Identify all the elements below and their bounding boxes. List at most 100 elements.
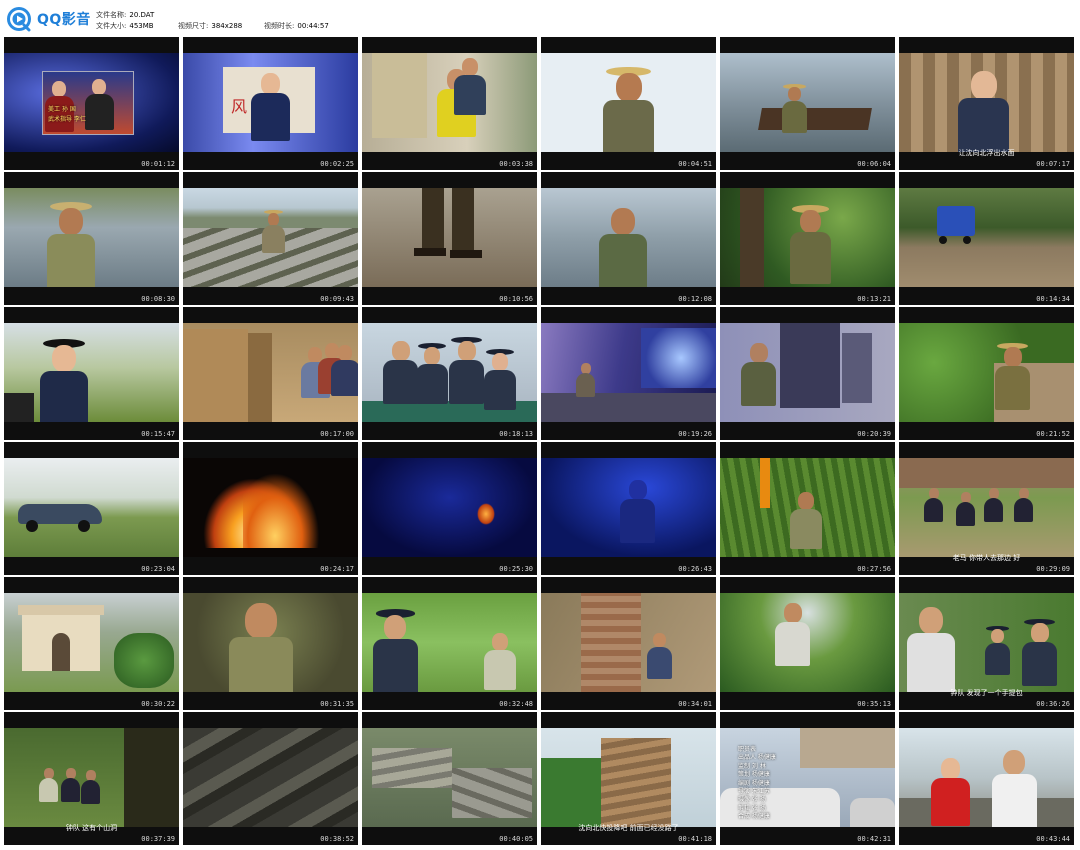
file-size-row: 文件大小: 453MB xyxy=(96,22,154,30)
timestamp: 00:40:05 xyxy=(499,835,533,843)
thumbnail[interactable]: 00:23:04 xyxy=(4,442,179,575)
thumbnail-frame xyxy=(720,593,895,692)
thumbnail-frame xyxy=(720,188,895,287)
thumbnail[interactable]: 00:21:52 xyxy=(899,307,1074,440)
app-logo: QQ影音 xyxy=(6,6,91,32)
timestamp: 00:38:52 xyxy=(320,835,354,843)
frame-overlay-text: 美工 孙 国武术指导 李仁 xyxy=(48,105,86,125)
app-name: QQ影音 xyxy=(37,12,91,28)
thumbnail-frame xyxy=(362,323,537,422)
thumbnail-frame xyxy=(362,53,537,152)
overlay-line: 合成 杨健康 xyxy=(738,813,770,821)
thumbnail-grid: 美工 孙 国武术指导 李仁 00:01:12 风 00:02:25 00:03:38 00… xyxy=(4,37,1076,845)
header: QQ影音 文件名称: 20.DAT 文件大小: 453MB 视频尺寸: 384x288… xyxy=(0,0,1080,36)
thumbnail-frame xyxy=(183,188,358,287)
timestamp: 00:13:21 xyxy=(857,295,891,303)
thumbnail[interactable]: 沈向北快投降吧 前面已经没路了 00:41:18 xyxy=(541,712,716,845)
thumbnail[interactable]: 00:06:04 xyxy=(720,37,895,170)
thumbnail-frame xyxy=(720,53,895,152)
thumbnail-frame: 风 xyxy=(183,53,358,152)
thumbnail-frame xyxy=(4,458,179,557)
subtitle-text: 让沈向北浮出水面 xyxy=(958,149,1015,157)
timestamp: 00:17:00 xyxy=(320,430,354,438)
thumbnail[interactable]: 00:10:56 xyxy=(362,172,537,305)
thumbnail[interactable]: 钟队 发现了一个手提包 00:36:26 xyxy=(899,577,1074,710)
thumbnail-frame xyxy=(183,323,358,422)
timestamp: 00:25:30 xyxy=(499,565,533,573)
file-size-value: 453MB xyxy=(129,22,154,30)
thumbnail[interactable]: 00:27:56 xyxy=(720,442,895,575)
timestamp: 00:12:08 xyxy=(678,295,712,303)
thumbnail[interactable]: 00:40:05 xyxy=(362,712,537,845)
thumbnail[interactable]: 00:09:43 xyxy=(183,172,358,305)
thumbnail[interactable]: 老马 你带人去那边 好 00:29:09 xyxy=(899,442,1074,575)
thumbnail[interactable]: 00:17:00 xyxy=(183,307,358,440)
file-name-row: 文件名称: 20.DAT xyxy=(96,11,155,19)
thumbnail[interactable]: 00:03:38 xyxy=(362,37,537,170)
timestamp: 00:30:22 xyxy=(141,700,175,708)
timestamp: 00:08:30 xyxy=(141,295,175,303)
thumbnail-frame xyxy=(183,728,358,827)
thumbnail-frame xyxy=(362,458,537,557)
thumbnail[interactable]: 00:30:22 xyxy=(4,577,179,710)
thumbnail-frame xyxy=(720,323,895,422)
timestamp: 00:34:01 xyxy=(678,700,712,708)
thumbnail[interactable]: 00:31:35 xyxy=(183,577,358,710)
subtitle-text: 沈向北快投降吧 前面已经没路了 xyxy=(578,824,679,832)
timestamp: 00:41:18 xyxy=(678,835,712,843)
thumbnail[interactable]: 00:24:17 xyxy=(183,442,358,575)
thumbnail-frame xyxy=(541,188,716,287)
thumbnail-frame xyxy=(541,53,716,152)
thumbnail-frame xyxy=(899,53,1074,152)
thumbnail-frame xyxy=(899,458,1074,557)
thumbnail[interactable]: 00:25:30 xyxy=(362,442,537,575)
timestamp: 00:29:09 xyxy=(1036,565,1070,573)
timestamp: 00:19:26 xyxy=(678,430,712,438)
thumbnail[interactable]: 00:35:13 xyxy=(720,577,895,710)
thumbnail[interactable]: 00:20:39 xyxy=(720,307,895,440)
thumbnail[interactable]: 美工 孙 国武术指导 李仁 00:01:12 xyxy=(4,37,179,170)
thumbnail[interactable]: 风 00:02:25 xyxy=(183,37,358,170)
timestamp: 00:01:12 xyxy=(141,160,175,168)
timestamp: 00:36:26 xyxy=(1036,700,1070,708)
thumbnail[interactable]: 00:43:44 xyxy=(899,712,1074,845)
thumbnail[interactable]: 00:04:51 xyxy=(541,37,716,170)
timestamp: 00:04:51 xyxy=(678,160,712,168)
thumbnail-frame xyxy=(899,323,1074,422)
overlay-line: 武术指导 李仁 xyxy=(48,116,86,123)
subtitle-text: 老马 你带人去那边 好 xyxy=(952,554,1021,562)
thumbnail[interactable]: 钟队 这有个山洞 00:37:39 xyxy=(4,712,179,845)
overlay-line: 摄像 张 扬 xyxy=(738,796,766,804)
timestamp: 00:42:31 xyxy=(857,835,891,843)
timestamp: 00:43:44 xyxy=(1036,835,1070,843)
thumbnail[interactable]: 00:19:26 xyxy=(541,307,716,440)
thumbnail[interactable]: 00:18:13 xyxy=(362,307,537,440)
thumbnail[interactable]: 00:32:48 xyxy=(362,577,537,710)
thumbnail[interactable]: 00:08:30 xyxy=(4,172,179,305)
thumbnail[interactable]: 00:14:34 xyxy=(899,172,1074,305)
thumbnail-frame xyxy=(541,458,716,557)
overlay-line: 剪辑 张 扬 xyxy=(738,804,766,812)
thumbnail-frame xyxy=(899,728,1074,827)
thumbnail[interactable]: 00:13:21 xyxy=(720,172,895,305)
timestamp: 00:07:17 xyxy=(1036,160,1070,168)
thumbnail[interactable]: 00:15:47 xyxy=(4,307,179,440)
timestamp: 00:09:43 xyxy=(320,295,354,303)
timestamp: 00:15:47 xyxy=(141,430,175,438)
thumbnail[interactable]: 职员表 出品人 杨健康 监制 刘 林策划 杨健康 编剧 杨健康 导演 朱江苏 摄像 张 扬… xyxy=(720,712,895,845)
timestamp: 00:35:13 xyxy=(857,700,891,708)
thumbnail-frame xyxy=(183,458,358,557)
overlay-line: 编剧 杨健康 xyxy=(738,779,770,787)
thumbnail[interactable]: 让沈向北浮出水面 00:07:17 xyxy=(899,37,1074,170)
timestamp: 00:21:52 xyxy=(1036,430,1070,438)
thumbnail[interactable]: 00:38:52 xyxy=(183,712,358,845)
thumbnail-frame xyxy=(541,323,716,422)
video-duration-row: 视频时长: 00:44:57 xyxy=(264,22,329,30)
thumbnail[interactable]: 00:12:08 xyxy=(541,172,716,305)
thumbnail[interactable]: 00:26:43 xyxy=(541,442,716,575)
frame-overlay-text: 职员表 出品人 杨健康 监制 刘 林策划 杨健康 编剧 杨健康 导演 朱江苏 摄像 张 扬… xyxy=(738,746,776,822)
thumbnail-frame xyxy=(362,593,537,692)
thumbnail-frame xyxy=(899,593,1074,692)
thumbnail[interactable]: 00:34:01 xyxy=(541,577,716,710)
timestamp: 00:27:56 xyxy=(857,565,891,573)
